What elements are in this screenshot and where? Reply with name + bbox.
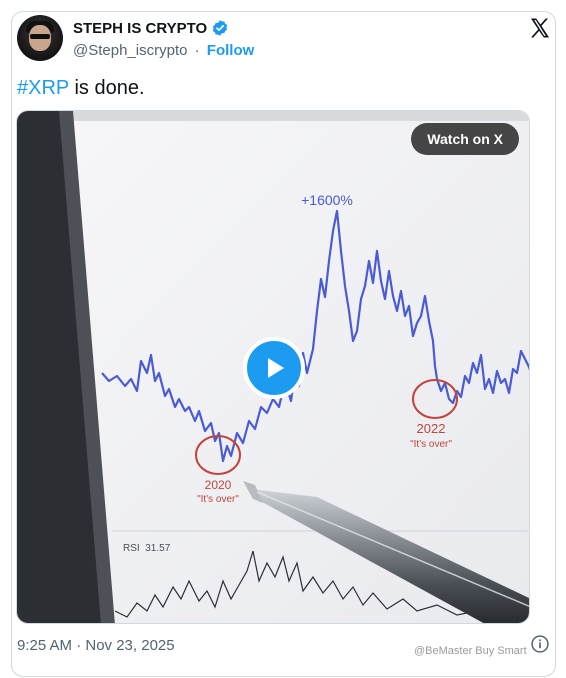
right-note-label: "It's over" [410,439,452,450]
author-name-row: STEPH IS CRYPTO [73,19,229,37]
author-handle-row: @Steph_iscrypto · Follow [73,42,254,59]
follow-button[interactable]: Follow [207,42,255,59]
info-icon[interactable] [530,634,550,654]
hashtag-link[interactable]: #XRP [17,77,69,99]
right-year-label: 2022 [417,421,446,436]
author-handle[interactable]: @Steph_iscrypto [73,42,187,59]
separator-dot: · [194,42,200,59]
avatar-sunglasses [30,34,50,39]
tweet-text: #XRP is done. [17,77,145,100]
verified-badge-icon [213,20,228,36]
watermark: @BeMaster Buy Smart [414,645,527,657]
rsi-label: RSI 31.57 [123,543,171,554]
tweet-text-body: is done. [68,77,145,99]
x-logo-icon[interactable] [528,16,552,40]
video-thumbnail[interactable]: +1600% 2020 "It's over" 2022 "It's over"… [16,110,530,624]
peak-label: +1600% [301,192,353,208]
author-display-name[interactable]: STEPH IS CRYPTO [73,20,207,37]
left-year-label: 2020 [205,478,232,492]
watch-on-x-button[interactable]: Watch on X [411,123,519,155]
left-note-label: "It's over" [197,494,239,505]
avatar[interactable] [17,15,63,61]
play-button[interactable] [243,337,305,399]
tweet-timestamp[interactable]: 9:25 AM · Nov 23, 2025 [17,637,175,654]
play-icon [268,358,284,378]
